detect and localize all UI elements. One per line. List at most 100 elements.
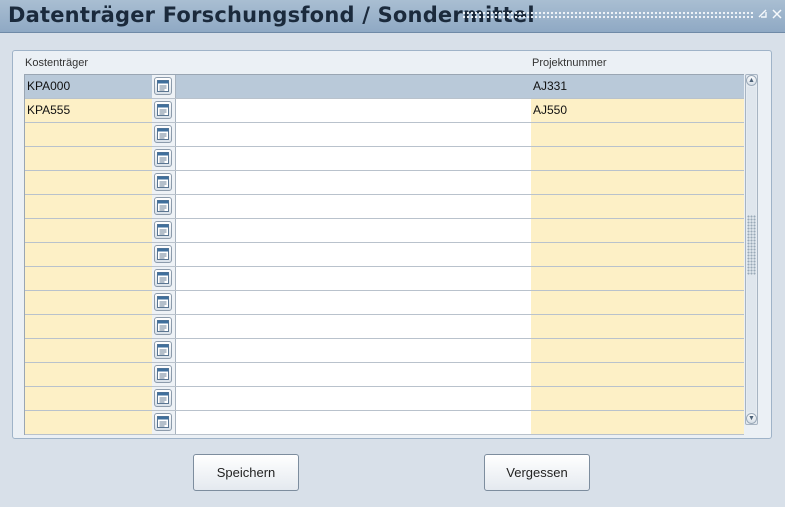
scroll-down-arrow-icon[interactable]: ▼ xyxy=(746,413,757,424)
lookup-cell xyxy=(152,411,175,434)
description-cell xyxy=(175,339,532,362)
description-cell xyxy=(175,219,532,242)
kostentraeger-cell[interactable] xyxy=(25,243,152,266)
table-row[interactable] xyxy=(25,171,744,195)
table-row[interactable] xyxy=(25,123,744,147)
projektnummer-cell[interactable] xyxy=(531,219,744,242)
lookup-button[interactable] xyxy=(154,293,172,311)
description-cell xyxy=(175,243,532,266)
kostentraeger-cell[interactable]: KPA000 xyxy=(25,75,152,98)
column-header-projektnummer: Projektnummer xyxy=(532,57,607,69)
projektnummer-cell[interactable] xyxy=(531,339,744,362)
description-cell xyxy=(175,171,532,194)
data-grid: KPA000 AJ331 KPA555 AJ550 xyxy=(24,74,744,435)
lookup-button[interactable] xyxy=(154,245,172,263)
lookup-cell xyxy=(152,171,175,194)
table-row[interactable] xyxy=(25,291,744,315)
scroll-up-arrow-icon[interactable]: ▲ xyxy=(746,75,757,86)
lookup-button[interactable] xyxy=(154,269,172,287)
scroll-grip xyxy=(747,215,756,275)
lookup-cell xyxy=(152,219,175,242)
lookup-button[interactable] xyxy=(154,197,172,215)
table-row[interactable]: KPA555 AJ550 xyxy=(25,99,744,123)
table-row[interactable] xyxy=(25,147,744,171)
projektnummer-cell[interactable] xyxy=(531,267,744,290)
projektnummer-cell[interactable] xyxy=(531,171,744,194)
kostentraeger-cell[interactable]: KPA555 xyxy=(25,99,152,122)
kostentraeger-cell[interactable] xyxy=(25,387,152,410)
kostentraeger-cell[interactable] xyxy=(25,147,152,170)
lookup-cell xyxy=(152,243,175,266)
description-cell xyxy=(175,147,532,170)
table-row[interactable] xyxy=(25,243,744,267)
description-cell xyxy=(175,291,532,314)
description-cell xyxy=(175,267,532,290)
kostentraeger-cell[interactable] xyxy=(25,363,152,386)
minimize-icon[interactable] xyxy=(757,8,769,20)
window-title: Datenträger Forschungsfond / Sondermitte… xyxy=(8,3,535,27)
lookup-button[interactable] xyxy=(154,221,172,239)
table-row[interactable] xyxy=(25,195,744,219)
kostentraeger-cell[interactable] xyxy=(25,411,152,434)
projektnummer-cell[interactable] xyxy=(531,315,744,338)
column-header-kostentraeger: Kostenträger xyxy=(25,57,88,69)
lookup-button[interactable] xyxy=(154,77,172,95)
projektnummer-cell[interactable] xyxy=(531,243,744,266)
table-row[interactable] xyxy=(25,387,744,411)
lookup-cell xyxy=(152,195,175,218)
lookup-button[interactable] xyxy=(154,101,172,119)
lookup-button[interactable] xyxy=(154,125,172,143)
kostentraeger-cell[interactable] xyxy=(25,123,152,146)
table-panel: Kostenträger Projektnummer KPA000 AJ331 KP… xyxy=(12,50,772,439)
description-cell xyxy=(175,411,532,434)
table-row[interactable] xyxy=(25,363,744,387)
lookup-cell xyxy=(152,339,175,362)
lookup-cell xyxy=(152,387,175,410)
kostentraeger-cell[interactable] xyxy=(25,171,152,194)
discard-button[interactable]: Vergessen xyxy=(484,454,590,491)
lookup-button[interactable] xyxy=(154,365,172,383)
save-button[interactable]: Speichern xyxy=(193,454,299,491)
kostentraeger-cell[interactable] xyxy=(25,315,152,338)
projektnummer-cell[interactable] xyxy=(531,123,744,146)
lookup-cell xyxy=(152,123,175,146)
table-row[interactable] xyxy=(25,267,744,291)
vertical-scrollbar[interactable]: ▲ ▼ xyxy=(745,74,758,425)
description-cell xyxy=(175,123,532,146)
description-cell xyxy=(175,99,532,122)
lookup-button[interactable] xyxy=(154,341,172,359)
projektnummer-cell[interactable]: AJ550 xyxy=(531,99,744,122)
lookup-cell xyxy=(152,363,175,386)
kostentraeger-cell[interactable] xyxy=(25,195,152,218)
kostentraeger-cell[interactable] xyxy=(25,267,152,290)
description-cell xyxy=(175,363,532,386)
projektnummer-cell[interactable] xyxy=(531,147,744,170)
lookup-button[interactable] xyxy=(154,173,172,191)
lookup-cell xyxy=(152,267,175,290)
lookup-button[interactable] xyxy=(154,413,172,431)
lookup-cell xyxy=(152,291,175,314)
description-cell xyxy=(175,315,532,338)
close-icon[interactable] xyxy=(771,8,783,20)
kostentraeger-cell[interactable] xyxy=(25,219,152,242)
projektnummer-cell[interactable] xyxy=(531,195,744,218)
lookup-button[interactable] xyxy=(154,149,172,167)
table-row[interactable] xyxy=(25,339,744,363)
lookup-button[interactable] xyxy=(154,389,172,407)
projektnummer-cell[interactable] xyxy=(531,387,744,410)
kostentraeger-cell[interactable] xyxy=(25,339,152,362)
table-row[interactable]: KPA000 AJ331 xyxy=(25,75,744,99)
table-row[interactable] xyxy=(25,315,744,339)
projektnummer-cell[interactable] xyxy=(531,291,744,314)
lookup-button[interactable] xyxy=(154,317,172,335)
title-bar-grip[interactable] xyxy=(462,11,753,20)
projektnummer-cell[interactable] xyxy=(531,411,744,434)
title-bar: Datenträger Forschungsfond / Sondermitte… xyxy=(0,0,785,33)
lookup-cell xyxy=(152,99,175,122)
description-cell xyxy=(175,195,532,218)
table-row[interactable] xyxy=(25,219,744,243)
projektnummer-cell[interactable] xyxy=(531,363,744,386)
table-row[interactable] xyxy=(25,411,744,435)
projektnummer-cell[interactable]: AJ331 xyxy=(531,75,744,98)
kostentraeger-cell[interactable] xyxy=(25,291,152,314)
